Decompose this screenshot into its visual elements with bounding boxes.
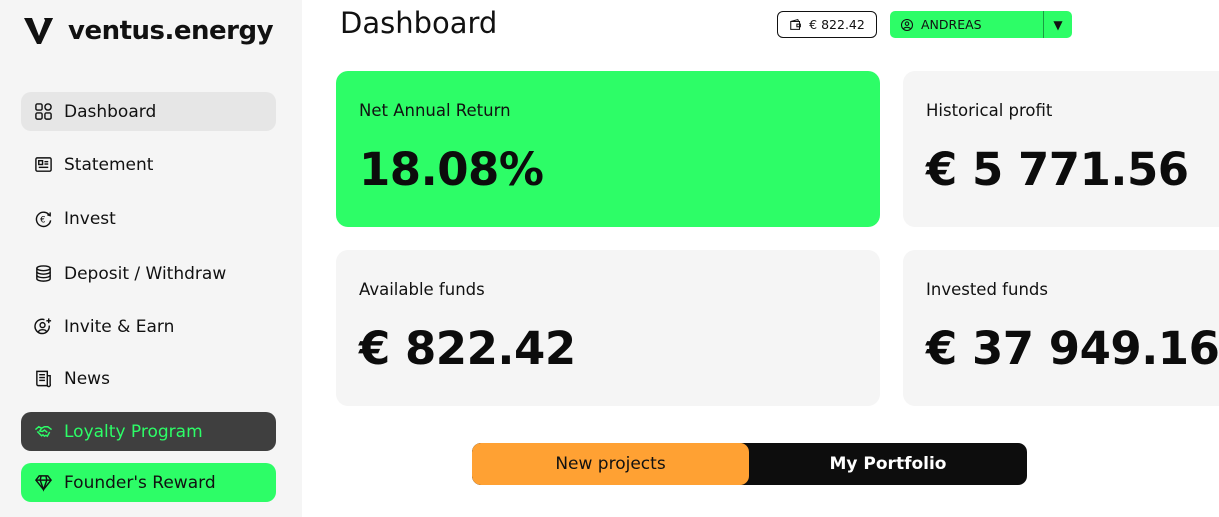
historical-profit-label: Historical profit: [926, 101, 1053, 120]
sidebar-item-statement[interactable]: Statement: [21, 145, 276, 184]
user-menu-dropdown-button[interactable]: ▼: [1043, 11, 1072, 38]
brand-name: ventus.energy: [68, 16, 274, 46]
grid-icon: [33, 102, 53, 122]
sidebar-item-label: Invest: [64, 208, 116, 229]
available-funds-value: € 822.42: [359, 322, 576, 375]
historical-profit-card: Historical profit € 5 771.56: [903, 71, 1219, 227]
net-annual-return-card: Net Annual Return 18.08%: [336, 71, 880, 227]
net-annual-return-value: 18.08%: [359, 143, 544, 196]
invested-funds-label: Invested funds: [926, 280, 1048, 299]
sidebar-item-label: Statement: [64, 154, 154, 175]
database-icon: [33, 264, 53, 284]
user-name: ANDREAS: [921, 17, 982, 32]
svg-text:€: €: [40, 215, 45, 225]
net-annual-return-label: Net Annual Return: [359, 101, 511, 120]
available-funds-card: Available funds € 822.42: [336, 250, 880, 406]
brand-logo[interactable]: ventus.energy: [22, 14, 274, 48]
euro-cycle-icon: €: [33, 209, 53, 229]
sidebar-item-label: Founder's Reward: [64, 472, 216, 493]
sidebar-item-label: Dashboard: [64, 101, 157, 122]
sidebar-item-news[interactable]: News: [21, 359, 276, 398]
news-icon: [33, 369, 53, 389]
sidebar-item-label: News: [64, 368, 110, 389]
sidebar-item-invite-earn[interactable]: Invite & Earn: [21, 307, 276, 346]
ventus-logo-icon: [24, 18, 53, 44]
caret-down-icon: ▼: [1053, 17, 1063, 32]
invested-funds-value: € 37 949.16: [926, 322, 1219, 375]
tab-my-portfolio[interactable]: My Portfolio: [749, 443, 1027, 485]
invested-funds-card: Invested funds € 37 949.16: [903, 250, 1219, 406]
handshake-icon: [33, 422, 53, 442]
sidebar-item-dashboard[interactable]: Dashboard: [21, 92, 276, 131]
user-circle-icon: [900, 18, 914, 31]
sidebar-item-founders-reward[interactable]: Founder's Reward: [21, 463, 276, 502]
sidebar-item-deposit-withdraw[interactable]: Deposit / Withdraw: [21, 254, 276, 293]
page-title: Dashboard: [340, 6, 498, 40]
historical-profit-value: € 5 771.56: [926, 143, 1189, 196]
sidebar-item-loyalty-program[interactable]: Loyalty Program: [21, 412, 276, 451]
diamond-icon: [33, 473, 53, 493]
statement-icon: [33, 155, 53, 175]
sidebar-item-label: Invite & Earn: [64, 316, 175, 337]
available-funds-label: Available funds: [359, 280, 485, 299]
sidebar-item-label: Loyalty Program: [64, 421, 203, 442]
sidebar: ventus.energy Dashboard Statement € Inve…: [0, 0, 302, 517]
wallet-balance-button[interactable]: € 822.42: [777, 11, 877, 38]
wallet-balance: € 822.42: [809, 17, 865, 32]
tab-new-projects[interactable]: New projects: [472, 443, 749, 485]
user-plus-icon: [33, 317, 53, 337]
projects-tab-switcher: New projects My Portfolio: [472, 443, 1027, 485]
wallet-icon: [790, 18, 802, 30]
sidebar-item-label: Deposit / Withdraw: [64, 263, 227, 284]
user-profile-button[interactable]: ANDREAS: [890, 11, 1043, 38]
sidebar-item-invest[interactable]: € Invest: [21, 199, 276, 238]
user-menu[interactable]: ANDREAS ▼: [890, 11, 1072, 38]
